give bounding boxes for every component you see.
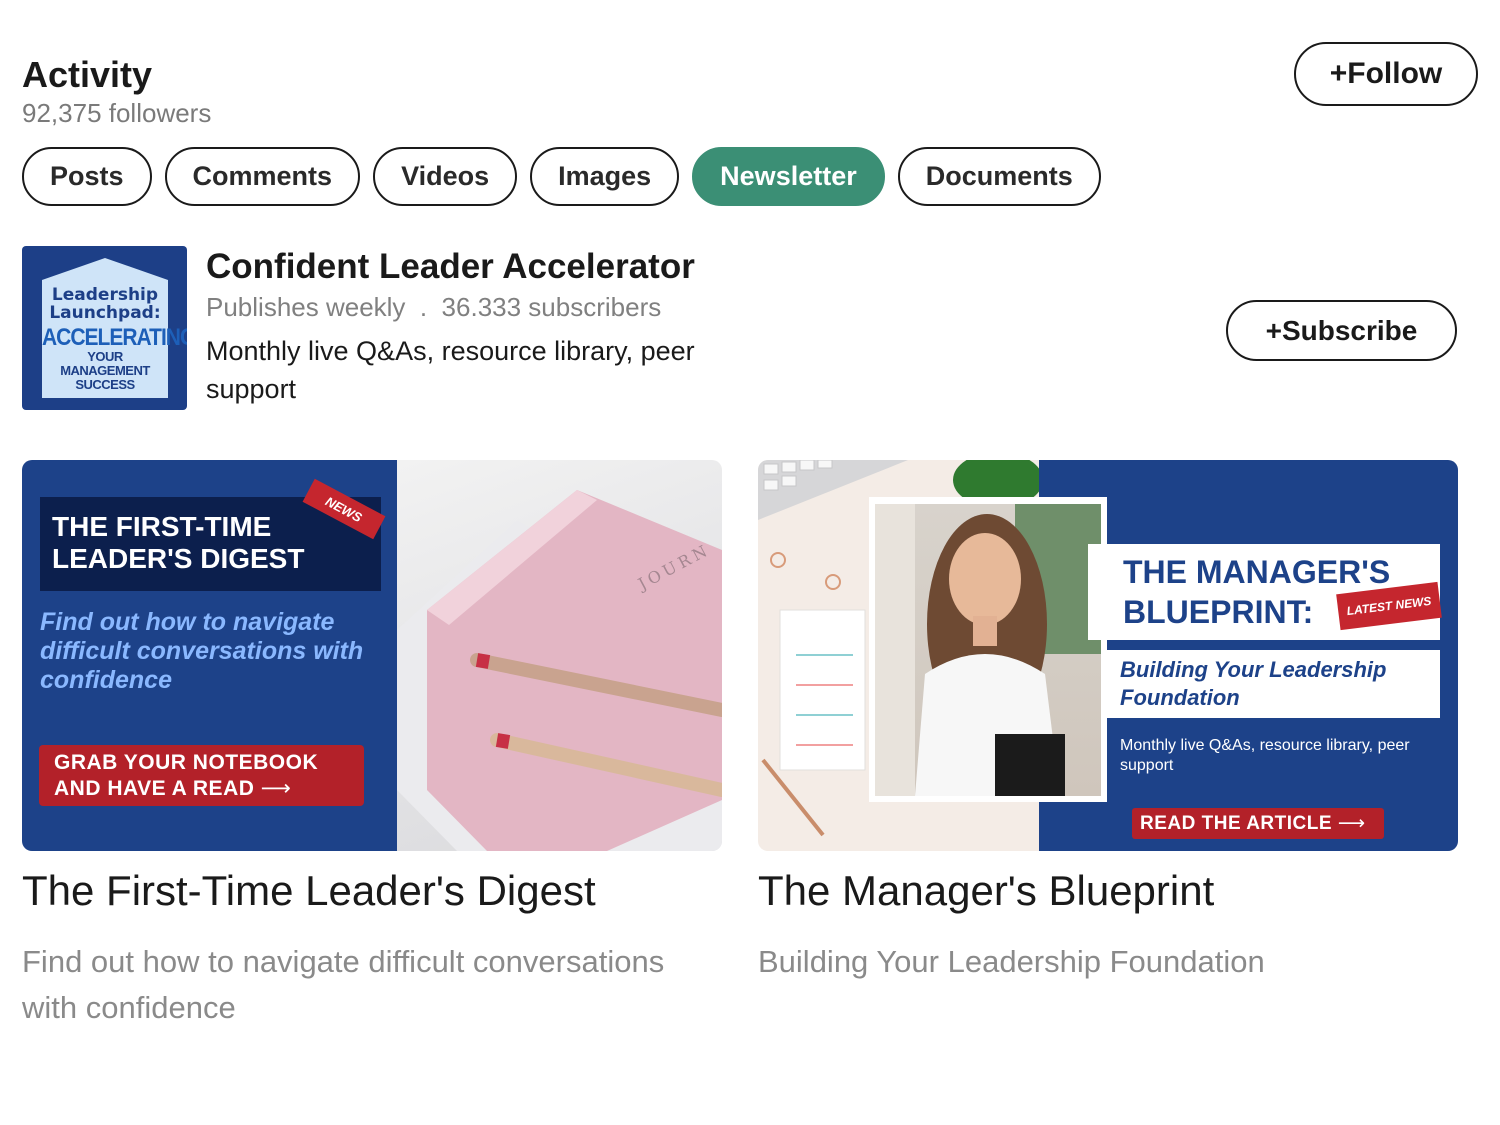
article-title[interactable]: The Manager's Blueprint: [758, 865, 1458, 917]
logo-line-5: SUCCESS: [75, 377, 135, 392]
tab-posts[interactable]: Posts: [22, 147, 152, 206]
arrow-right-icon: ⟶: [1337, 813, 1366, 834]
newsletter-logo[interactable]: Leadership Launchpad: ACCELERATING YOUR …: [22, 246, 187, 410]
article-title[interactable]: The First-Time Leader's Digest: [22, 865, 722, 917]
follow-button[interactable]: +Follow: [1294, 42, 1478, 106]
thumbnail-tagline: Find out how to navigate difficult conve…: [40, 608, 364, 694]
thumbnail-title: THE FIRST-TIME LEADER'S DIGEST: [52, 511, 305, 574]
notebook-illustration: JOURN: [397, 490, 722, 851]
article-subtitle: Building Your Leadership Foundation: [758, 944, 1265, 979]
thumbnail-title-line-1: THE MANAGER'S: [1123, 554, 1391, 590]
article-card[interactable]: THE MANAGER'S BLUEPRINT: LATEST NEWS Bui…: [758, 460, 1458, 985]
followers-count: 92,375 followers: [22, 98, 212, 128]
activity-tabs: Posts Comments Videos Images Newsletter …: [22, 147, 1101, 206]
notebook-photo: JOURN: [397, 460, 722, 851]
newsletter-description: Monthly live Q&As, resource library, pee…: [206, 336, 695, 404]
cta-line-2: AND HAVE A READ: [54, 777, 255, 800]
article-thumbnail[interactable]: JOURN THE FIRST-TIME LEADER'S DIGEST NEW…: [22, 460, 722, 851]
arrow-right-icon: ⟶: [260, 777, 292, 800]
newsletter-name[interactable]: Confident Leader Accelerator: [206, 247, 695, 287]
thumbnail-title-line-2: BLUEPRINT:: [1123, 594, 1314, 630]
person-illustration: [875, 504, 1101, 796]
thumbnail-cta-text: READ THE ARTICLE ⟶: [1140, 811, 1380, 836]
page-title: Activity: [22, 54, 153, 95]
logo-line-1: Leadership: [51, 285, 159, 305]
tab-images[interactable]: Images: [530, 147, 680, 206]
thumbnail-small-text: Monthly live Q&As, resource library, pee…: [1120, 737, 1410, 774]
cta-label: READ THE ARTICLE: [1140, 813, 1333, 834]
subscribe-button[interactable]: +Subscribe: [1226, 300, 1457, 361]
logo-line-4: YOUR MANAGEMENT: [60, 349, 150, 378]
tab-videos[interactable]: Videos: [373, 147, 518, 206]
logo-line-2: Launchpad:: [49, 303, 161, 323]
article-thumbnail[interactable]: THE MANAGER'S BLUEPRINT: LATEST NEWS Bui…: [758, 460, 1458, 851]
article-card[interactable]: JOURN THE FIRST-TIME LEADER'S DIGEST NEW…: [22, 460, 722, 1031]
tab-comments[interactable]: Comments: [164, 147, 361, 206]
tab-documents[interactable]: Documents: [897, 147, 1101, 206]
newsletter-meta: Publishes weekly . 36.333 subscribers: [206, 292, 662, 322]
logo-line-3: ACCELERATING: [42, 324, 187, 351]
thumbnail-subtitle: Building Your Leadership Foundation: [1120, 657, 1387, 710]
thumbnail-cta-text: GRAB YOUR NOTEBOOK AND HAVE A READ ⟶: [54, 750, 354, 802]
article-subtitle: Find out how to navigate difficult conve…: [22, 944, 665, 1025]
author-photo: [875, 504, 1101, 796]
tab-newsletter[interactable]: Newsletter: [692, 147, 885, 206]
newsletter-logo-text: Leadership Launchpad: ACCELERATING YOUR …: [42, 285, 187, 392]
cta-line-1: GRAB YOUR NOTEBOOK: [54, 751, 319, 774]
